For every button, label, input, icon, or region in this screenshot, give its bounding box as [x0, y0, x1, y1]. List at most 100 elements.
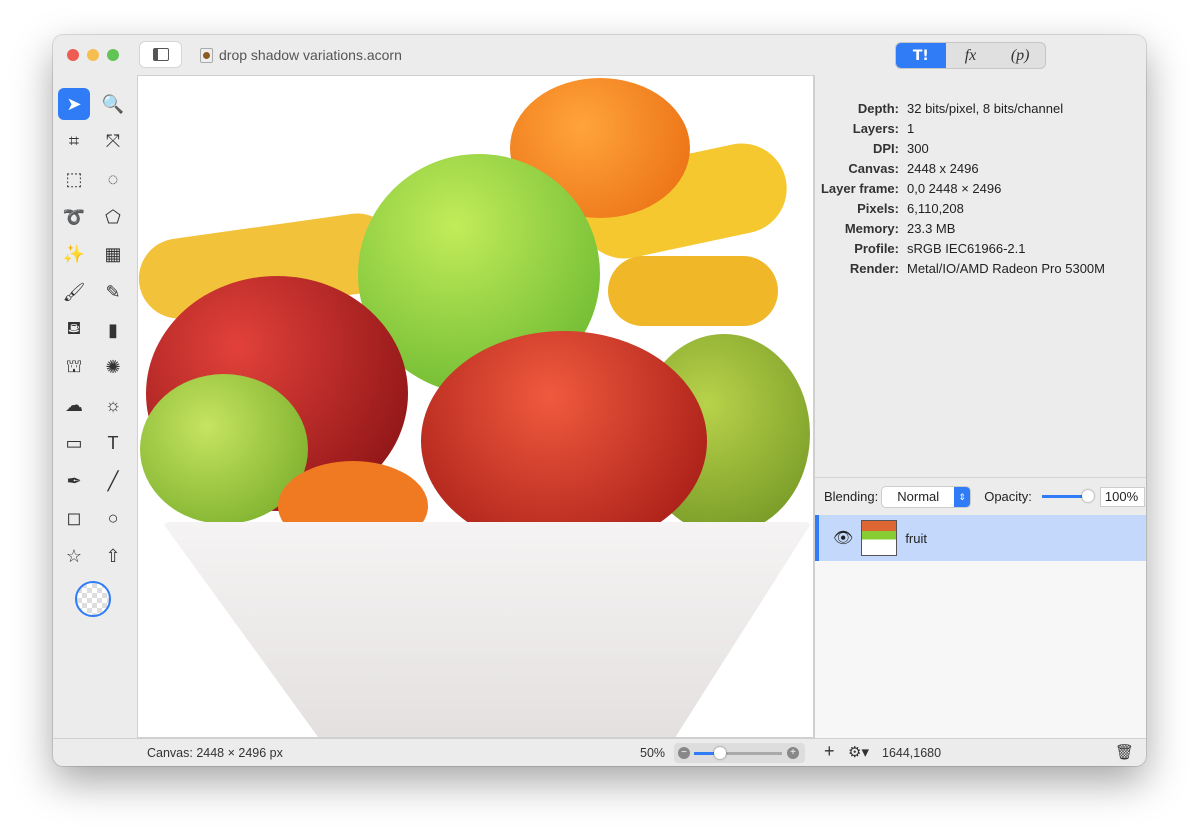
zoom-tool[interactable]: 🔍 — [97, 88, 129, 120]
gear-icon[interactable]: ⚙▾ — [848, 743, 869, 761]
trash-icon[interactable]: 🗑 — [1115, 743, 1134, 761]
rectangle-icon: ◻ — [66, 508, 82, 529]
info-key: Memory: — [844, 221, 899, 236]
blending-label: Blending: — [824, 489, 879, 504]
rectangle-tool[interactable]: ◻ — [58, 503, 90, 535]
smudge-icon: ✺ — [105, 357, 121, 378]
layer-options-bar: Blending: Normal ⇕ Opacity: 100% — [815, 477, 1146, 515]
ellipse-select-icon: ◌ — [107, 168, 119, 189]
lasso-icon: ➰ — [62, 206, 86, 227]
info-row: Memory: 23.3 MB — [815, 219, 1146, 239]
color-select-tool[interactable]: ▦ — [97, 239, 129, 271]
info-value: Metal/IO/AMD Radeon Pro 5300M — [907, 261, 1105, 276]
info-row: Profile: sRGB IEC61966-2.1 — [815, 239, 1146, 259]
smudge-tool[interactable]: ✺ — [97, 352, 129, 384]
color-well[interactable] — [75, 581, 111, 617]
polygon-lasso-icon: ⬠ — [105, 206, 121, 227]
text-tool[interactable]: T — [97, 427, 129, 459]
tool-palette: ➤ 🔍 ⌗ ⤧ ⬚ ◌ ➰ ⬠ ✨ ▦ 🖌 ✎ ⛾ ▮ ⛫ ✺ ☁ ☼ ▭ T ✒ ╱ ◻ ○ ☆ ⇧ — [53, 75, 137, 738]
info-row: DPI: 300 — [815, 139, 1146, 159]
crop-tool[interactable]: ⌗ — [58, 126, 90, 158]
eye-icon[interactable]: 👁 — [833, 528, 853, 548]
minimize-button[interactable] — [87, 49, 99, 61]
cloud-burn-tool[interactable]: ☁ — [58, 390, 90, 422]
info-key: Render: — [849, 261, 899, 276]
arrow-tool[interactable]: ⇧ — [97, 540, 129, 572]
info-row: Render: Metal/IO/AMD Radeon Pro 5300M — [815, 259, 1146, 279]
star-tool[interactable]: ☆ — [58, 540, 90, 572]
zoom-slider[interactable] — [694, 747, 782, 759]
rect-select-icon: ⬚ — [65, 168, 83, 189]
zoom-icon: 🔍 — [101, 93, 125, 114]
cloud-burn-icon: ☁ — [65, 395, 83, 416]
image-canvas[interactable] — [137, 75, 814, 738]
info-key: DPI: — [873, 141, 899, 156]
info-row: Layers: 1 — [815, 119, 1146, 139]
blending-select[interactable]: Normal ⇕ — [882, 486, 971, 507]
info-value: 32 bits/pixel, 8 bits/channel — [907, 101, 1064, 116]
star-icon: ☆ — [65, 545, 83, 566]
bezier-pen-icon: ✒ — [66, 470, 82, 491]
select-arrow-icon: ➤ — [66, 93, 82, 114]
info-key: Layers: — [852, 121, 899, 136]
zoom-control: − + — [674, 743, 805, 763]
ellipse-select-tool[interactable]: ◌ — [97, 163, 129, 195]
info-key: Depth: — [857, 101, 899, 116]
zoom-button[interactable] — [107, 49, 119, 61]
opacity-label: Opacity: — [984, 489, 1032, 504]
zoom-out-icon[interactable]: − — [678, 747, 690, 759]
circle-tool[interactable]: ○ — [97, 503, 129, 535]
info-key: Pixels: — [857, 201, 899, 216]
layer-name: fruit — [905, 530, 927, 546]
status-bar: Canvas: 2448 × 2496 px 50% − + + ⚙▾ 1644… — [53, 738, 1146, 766]
sidebar-toggle-button[interactable] — [140, 42, 181, 67]
layers-list: 👁 fruit — [815, 515, 1146, 738]
lasso-tool[interactable]: ➰ — [58, 201, 90, 233]
info-value: 300 — [907, 141, 929, 156]
polygon-lasso-tool[interactable]: ⬠ — [97, 201, 129, 233]
layer-thumbnail — [861, 520, 898, 556]
bezier-pen-tool[interactable]: ✒ — [58, 465, 90, 497]
paint-bucket-tool[interactable]: ⛾ — [58, 314, 90, 346]
properties-icon[interactable]: (p) — [995, 43, 1045, 68]
add-layer-icon[interactable]: + — [824, 741, 835, 762]
tools-icon[interactable]: T! — [896, 43, 946, 68]
fx-icon[interactable]: fx — [946, 43, 996, 68]
paint-bucket-icon: ⛾ — [66, 318, 82, 339]
clone-stamp-tool[interactable]: ⛫ — [58, 352, 90, 384]
line-tool[interactable]: ╱ — [97, 465, 129, 497]
layer-row[interactable]: 👁 fruit — [815, 515, 1146, 561]
info-key: Profile: — [854, 241, 899, 256]
info-key: Canvas: — [848, 161, 899, 176]
document-icon — [200, 47, 213, 63]
gradient-tool[interactable]: ▭ — [58, 427, 90, 459]
arrow-icon: ⇧ — [105, 545, 121, 566]
clone-stamp-icon: ⛫ — [65, 355, 83, 376]
text-icon: T — [107, 432, 119, 453]
info-row: Layer frame: 0,0 2448 × 2496 — [815, 179, 1146, 199]
opacity-slider[interactable] — [1041, 490, 1094, 502]
circle-icon: ○ — [107, 508, 119, 529]
color-select-icon: ▦ — [104, 244, 122, 265]
zoom-level: 50% — [640, 746, 666, 760]
cursor-coordinates: 1644,1680 — [882, 746, 942, 760]
transform-tool[interactable]: ⤧ — [97, 126, 129, 158]
transform-icon: ⤧ — [105, 131, 121, 152]
opacity-field[interactable]: 100% — [1099, 486, 1145, 507]
close-button[interactable] — [67, 49, 79, 61]
crop-icon: ⌗ — [68, 131, 80, 152]
magic-wand-tool[interactable]: ✨ — [58, 239, 90, 271]
info-value: 0,0 2448 × 2496 — [907, 181, 1002, 196]
info-value: 2448 x 2496 — [907, 161, 979, 176]
app-window: drop shadow variations.acorn T! fx (p) ➤… — [53, 35, 1146, 766]
blending-value: Normal — [897, 488, 940, 504]
sun-dodge-tool[interactable]: ☼ — [97, 390, 129, 422]
pencil-tool[interactable]: ✎ — [97, 277, 129, 309]
document-info: Depth: 32 bits/pixel, 8 bits/channel Layer… — [815, 99, 1146, 279]
rect-select-tool[interactable]: ⬚ — [58, 163, 90, 195]
info-value: 23.3 MB — [907, 221, 956, 236]
select-arrow-tool[interactable]: ➤ — [58, 88, 90, 120]
zoom-in-icon[interactable]: + — [787, 747, 799, 759]
eraser-tool[interactable]: ▮ — [97, 314, 129, 346]
brush-tool[interactable]: 🖌 — [58, 277, 90, 309]
